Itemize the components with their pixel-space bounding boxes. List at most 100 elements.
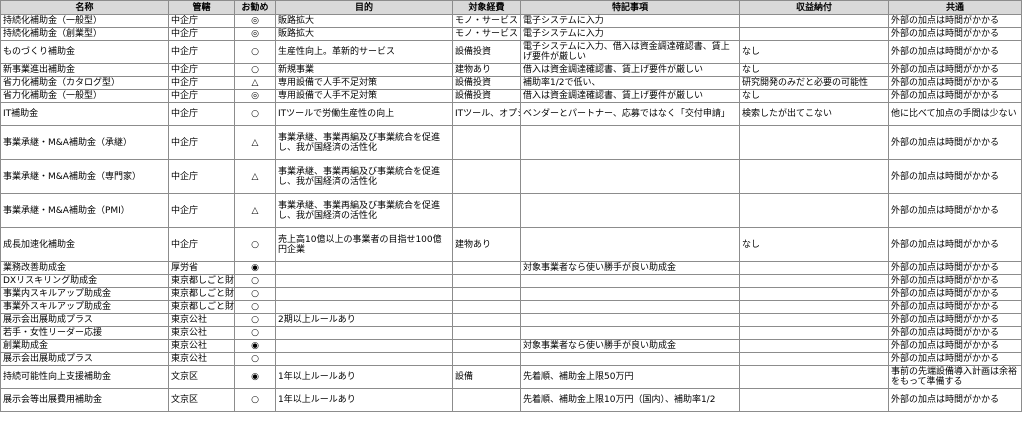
cell-purpose[interactable]: 新規事業 bbox=[275, 63, 453, 77]
cell-common[interactable]: 外部の加点は時間がかかる bbox=[888, 313, 1022, 327]
cell-notes[interactable]: 対象事業者なら使い勝手が良い助成金 bbox=[520, 261, 740, 275]
cell-purpose[interactable]: 事業承継、事業再編及び事業統合を促進し、我が国経済の活性化 bbox=[275, 125, 453, 160]
cell-name[interactable]: 事業承継・M&A補助金（承継） bbox=[0, 125, 169, 160]
cell-agency[interactable]: 中企庁 bbox=[168, 63, 235, 77]
cell-name[interactable]: 創業助成金 bbox=[0, 339, 169, 353]
cell-revenue[interactable] bbox=[739, 326, 889, 340]
column-header-revenue[interactable]: 収益納付 bbox=[739, 0, 889, 15]
cell-notes[interactable]: 借入は資金調達確認書、賃上げ要件が厳しい bbox=[520, 63, 740, 77]
cell-agency[interactable]: 東京都しごと財団 bbox=[168, 287, 235, 301]
cell-common[interactable]: 外部の加点は時間がかかる bbox=[888, 193, 1022, 228]
cell-cost[interactable] bbox=[452, 339, 521, 353]
column-header-common[interactable]: 共通 bbox=[888, 0, 1022, 15]
cell-name[interactable]: 成長加速化補助金 bbox=[0, 227, 169, 262]
cell-cost[interactable] bbox=[452, 261, 521, 275]
cell-common[interactable]: 外部の加点は時間がかかる bbox=[888, 287, 1022, 301]
cell-common[interactable]: 外部の加点は時間がかかる bbox=[888, 76, 1022, 90]
cell-notes[interactable] bbox=[520, 227, 740, 262]
cell-name[interactable]: 省力化補助金（一般型） bbox=[0, 89, 169, 103]
cell-name[interactable]: 若手・女性リーダー応援 bbox=[0, 326, 169, 340]
cell-agency[interactable]: 東京公社 bbox=[168, 326, 235, 340]
cell-common[interactable]: 外部の加点は時間がかかる bbox=[888, 227, 1022, 262]
cell-recommend[interactable]: △ bbox=[234, 193, 276, 228]
cell-common[interactable]: 外部の加点は時間がかかる bbox=[888, 14, 1022, 28]
column-header-notes[interactable]: 特記事項 bbox=[520, 0, 740, 15]
cell-revenue[interactable]: なし bbox=[739, 40, 889, 64]
cell-purpose[interactable]: 売上高10億以上の事業者の目指せ100億円企業 bbox=[275, 227, 453, 262]
cell-common[interactable]: 外部の加点は時間がかかる bbox=[888, 261, 1022, 275]
cell-name[interactable]: 展示会出展助成プラス bbox=[0, 352, 169, 366]
cell-revenue[interactable] bbox=[739, 14, 889, 28]
cell-notes[interactable] bbox=[520, 125, 740, 160]
cell-notes[interactable]: 先着順、補助金上限50万円 bbox=[520, 365, 740, 389]
cell-revenue[interactable] bbox=[739, 261, 889, 275]
column-header-cost[interactable]: 対象経費 bbox=[452, 0, 521, 15]
cell-common[interactable]: 他に比べて加点の手間は少ない bbox=[888, 102, 1022, 126]
cell-notes[interactable]: ベンダーとパートナー、応募ではなく「交付申請」 bbox=[520, 102, 740, 126]
cell-revenue[interactable]: なし bbox=[739, 227, 889, 262]
cell-cost[interactable] bbox=[452, 193, 521, 228]
cell-name[interactable]: 省力化補助金（カタログ型） bbox=[0, 76, 169, 90]
cell-recommend[interactable]: ○ bbox=[234, 63, 276, 77]
cell-name[interactable]: 業務改善助成金 bbox=[0, 261, 169, 275]
cell-agency[interactable]: 中企庁 bbox=[168, 125, 235, 160]
cell-recommend[interactable]: ○ bbox=[234, 352, 276, 366]
cell-notes[interactable]: 対象事業者なら使い勝手が良い助成金 bbox=[520, 339, 740, 353]
cell-cost[interactable]: モノ・サービス bbox=[452, 27, 521, 41]
cell-cost[interactable] bbox=[452, 274, 521, 288]
cell-purpose[interactable]: 1年以上ルールあり bbox=[275, 388, 453, 412]
cell-common[interactable]: 外部の加点は時間がかかる bbox=[888, 27, 1022, 41]
cell-purpose[interactable]: ITツールで労働生産性の向上 bbox=[275, 102, 453, 126]
cell-name[interactable]: DXリスキリング助成金 bbox=[0, 274, 169, 288]
cell-cost[interactable]: 建物あり bbox=[452, 63, 521, 77]
cell-notes[interactable]: 電子システムに入力、借入は資金調達確認書、賃上げ要件が厳しい bbox=[520, 40, 740, 64]
cell-common[interactable]: 外部の加点は時間がかかる bbox=[888, 125, 1022, 160]
cell-notes[interactable] bbox=[520, 159, 740, 194]
cell-notes[interactable] bbox=[520, 274, 740, 288]
cell-purpose[interactable]: 専用設備で人手不足対策 bbox=[275, 89, 453, 103]
cell-cost[interactable]: モノ・サービス bbox=[452, 14, 521, 28]
cell-agency[interactable]: 中企庁 bbox=[168, 102, 235, 126]
cell-name[interactable]: 持続化補助金（創業型） bbox=[0, 27, 169, 41]
cell-recommend[interactable]: ◉ bbox=[234, 261, 276, 275]
cell-recommend[interactable]: ◎ bbox=[234, 27, 276, 41]
cell-agency[interactable]: 中企庁 bbox=[168, 27, 235, 41]
cell-common[interactable]: 外部の加点は時間がかかる bbox=[888, 300, 1022, 314]
cell-revenue[interactable] bbox=[739, 388, 889, 412]
cell-recommend[interactable]: ○ bbox=[234, 313, 276, 327]
cell-cost[interactable] bbox=[452, 159, 521, 194]
cell-recommend[interactable]: ○ bbox=[234, 102, 276, 126]
cell-name[interactable]: 事業承継・M&A補助金（PMI） bbox=[0, 193, 169, 228]
cell-agency[interactable]: 中企庁 bbox=[168, 14, 235, 28]
cell-common[interactable]: 外部の加点は時間がかかる bbox=[888, 40, 1022, 64]
cell-cost[interactable]: 設備投資 bbox=[452, 40, 521, 64]
cell-name[interactable]: 展示会等出展費用補助金 bbox=[0, 388, 169, 412]
cell-cost[interactable]: 設備 bbox=[452, 365, 521, 389]
cell-purpose[interactable]: 2期以上ルールあり bbox=[275, 313, 453, 327]
cell-name[interactable]: 持続可能性向上支援補助金 bbox=[0, 365, 169, 389]
cell-name[interactable]: 事業内スキルアップ助成金 bbox=[0, 287, 169, 301]
cell-recommend[interactable]: ○ bbox=[234, 40, 276, 64]
cell-agency[interactable]: 中企庁 bbox=[168, 193, 235, 228]
column-header-agency[interactable]: 管轄 bbox=[168, 0, 235, 15]
cell-purpose[interactable]: 事業承継、事業再編及び事業統合を促進し、我が国経済の活性化 bbox=[275, 159, 453, 194]
cell-common[interactable]: 外部の加点は時間がかかる bbox=[888, 352, 1022, 366]
cell-recommend[interactable]: ○ bbox=[234, 300, 276, 314]
cell-agency[interactable]: 中企庁 bbox=[168, 159, 235, 194]
cell-name[interactable]: ものづくり補助金 bbox=[0, 40, 169, 64]
cell-cost[interactable]: 建物あり bbox=[452, 227, 521, 262]
cell-common[interactable]: 事前の先端設備導入計画は余裕をもって準備する bbox=[888, 365, 1022, 389]
cell-purpose[interactable] bbox=[275, 326, 453, 340]
cell-recommend[interactable]: ○ bbox=[234, 274, 276, 288]
cell-common[interactable]: 外部の加点は時間がかかる bbox=[888, 63, 1022, 77]
cell-agency[interactable]: 東京公社 bbox=[168, 313, 235, 327]
cell-agency[interactable]: 中企庁 bbox=[168, 227, 235, 262]
cell-cost[interactable]: ITツール、オプション bbox=[452, 102, 521, 126]
cell-revenue[interactable]: 研究開発のみだと必要の可能性 bbox=[739, 76, 889, 90]
cell-purpose[interactable]: 専用設備で人手不足対策 bbox=[275, 76, 453, 90]
cell-revenue[interactable]: なし bbox=[739, 63, 889, 77]
cell-cost[interactable]: 設備投資 bbox=[452, 76, 521, 90]
cell-revenue[interactable] bbox=[739, 365, 889, 389]
cell-agency[interactable]: 文京区 bbox=[168, 365, 235, 389]
cell-cost[interactable] bbox=[452, 313, 521, 327]
